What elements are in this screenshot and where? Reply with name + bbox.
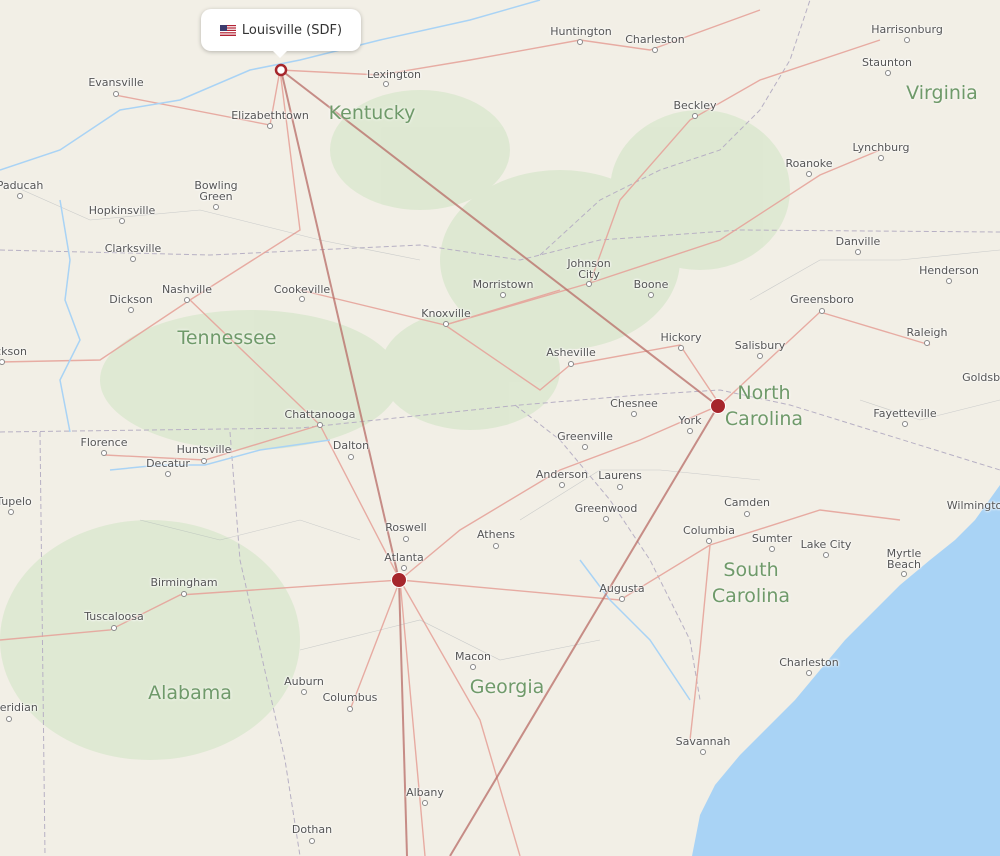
city-label: Savannah [675,735,731,748]
city-label: Beckley [673,99,717,112]
city-label: Paducah [0,179,44,192]
city-label: Raleigh [906,326,948,339]
city-label: Knoxville [421,307,471,320]
route-map[interactable]: Kentucky Tennessee Virginia North Caroli… [0,0,1000,856]
origin-airport-label: Louisville (SDF) [241,22,343,38]
city-label: Hickory [660,331,702,344]
city-label: Charleston [625,33,685,46]
city-label: Chattanooga [284,408,356,421]
city-label: Macon [455,650,491,663]
state-label-tennessee: Tennessee [177,327,277,349]
city-label: Dalton [332,439,370,452]
map-base [0,0,1000,856]
city-label: Tuscaloosa [84,610,144,623]
city-label: Athens [476,528,516,541]
city-label: Columbus [322,691,378,704]
city-label: Salisbury [734,339,786,352]
city-label: Sumter [751,532,793,545]
city-label: Staunton [862,56,912,69]
city-label: Lynchburg [852,141,910,154]
city-label: Huntington [550,25,612,38]
louisville-airport-marker [274,63,288,77]
city-label: Henderson [919,264,979,277]
city-label: Tupelo [0,495,32,508]
city-label: Boone [633,278,669,291]
city-label: Camden [724,496,770,509]
city-label: Elizabethtown [231,109,309,122]
city-label: Laurens [598,469,642,482]
city-label: Florence [80,436,128,449]
city-label: Birmingham [150,576,218,589]
city-label: York [678,414,702,427]
state-label-kentucky: Kentucky [328,102,416,124]
city-label: Harrisonburg [871,23,943,36]
city-label: Asheville [546,346,596,359]
city-label: Myrtle Beach [886,547,922,571]
city-label: Chesnee [610,397,658,410]
city-label: Huntsville [176,443,232,456]
city-label: Auburn [284,675,324,688]
city-label: Decatur [146,457,190,470]
city-label: Jackson [0,345,27,358]
city-label: Hopkinsville [88,204,156,217]
city-label: Roanoke [785,157,833,170]
city-label: Dothan [291,823,333,836]
city-label: Columbia [683,524,735,537]
city-label: Anderson [535,468,589,481]
atlanta-airport-marker [391,572,407,588]
city-label: Wilmington [946,499,1000,512]
state-label-virginia: Virginia [906,82,978,104]
city-label: Nashville [161,283,213,296]
city-label: Fayetteville [873,407,937,420]
city-label: Dickson [109,293,153,306]
city-label: Meridian [0,701,38,714]
city-label: Clarksville [104,242,162,255]
city-label: Lake City [800,538,852,551]
us-flag-icon [219,24,236,36]
city-label: Bowling Green [194,179,238,203]
city-label: Atlanta [384,551,424,564]
city-label: Morristown [472,278,534,291]
city-label: Augusta [599,582,645,595]
origin-popup[interactable]: Louisville (SDF) [201,9,361,58]
state-label-georgia: Georgia [469,676,545,698]
city-label: Greenwood [574,502,638,515]
city-label: Roswell [385,521,427,534]
state-label-north-carolina: North Carolina [724,382,804,430]
state-label-alabama: Alabama [148,682,232,704]
city-label: Goldsboro [962,371,1000,384]
city-label: Johnson City [567,257,611,281]
city-label: Albany [406,786,444,799]
city-label: Charleston [779,656,839,669]
state-label-south-carolina: South Carolina [711,559,791,607]
city-label: Cookeville [273,283,331,296]
city-label: Greensboro [790,293,854,306]
city-label: Evansville [88,76,144,89]
city-label: Danville [835,235,881,248]
city-label: Lexington [366,68,422,81]
city-label: Greenville [557,430,613,443]
